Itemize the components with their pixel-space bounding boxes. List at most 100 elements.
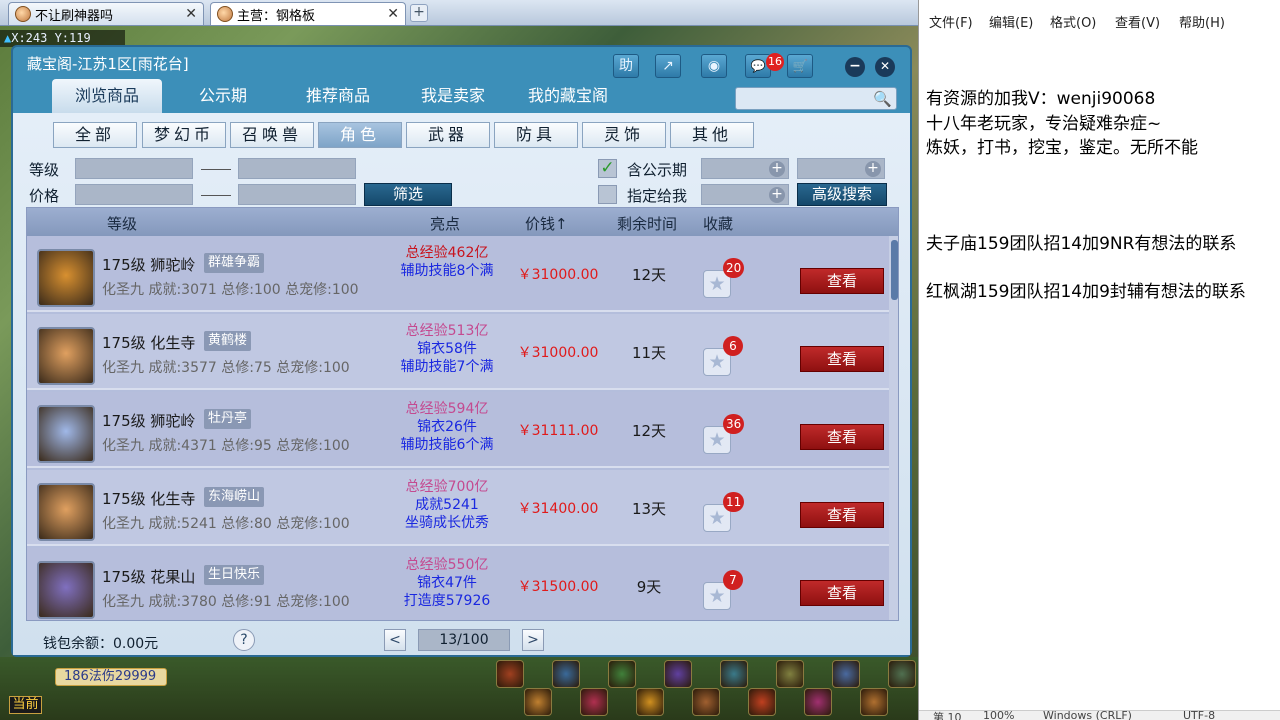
view-button[interactable]: 查看 [800, 346, 884, 372]
item-list: 等级 亮点 价钱↑ 剩余时间 收藏 175级 狮驼岭 群雄争霸 化圣九 成就:307… [26, 207, 899, 621]
favorite-count: 11 [723, 492, 745, 512]
menu-file[interactable]: 文件(F) [929, 12, 973, 31]
table-row[interactable]: 175级 狮驼岭 牡丹亭 化圣九 成就:4371 总修:95 总宠修:100 总经验5… [27, 392, 889, 468]
prev-page-button[interactable]: < [384, 629, 406, 651]
skill-slot-icon[interactable] [692, 688, 720, 716]
notepad-status-bar: 第 10 100% Windows (CRLF) UTF-8 [919, 709, 1280, 720]
record-icon[interactable]: ◉ [701, 54, 727, 78]
category-all[interactable]: 全部 [53, 122, 137, 148]
skill-slot-icon[interactable] [580, 688, 608, 716]
next-page-button[interactable]: > [522, 629, 544, 651]
level-school: 175级 狮驼岭 [102, 412, 196, 430]
level-min-input[interactable] [75, 158, 193, 179]
skill-slot-icon[interactable] [496, 660, 524, 688]
plus-icon[interactable]: + [865, 161, 881, 177]
chat-channel-button[interactable]: 当前 [9, 696, 42, 714]
skill-slot-icon[interactable] [748, 688, 776, 716]
header-level[interactable]: 等级 [107, 213, 137, 234]
table-row[interactable]: 175级 化生寺 黄鹤楼 化圣九 成就:3577 总修:75 总宠修:100 总经验5… [27, 314, 889, 390]
tab-public[interactable]: 公示期 [168, 79, 278, 113]
table-row[interactable]: 175级 化生寺 东海崂山 化圣九 成就:5241 总修:80 总宠修:100 总经验… [27, 470, 889, 546]
character-stats: 化圣九 成就:4371 总修:95 总宠修:100 [102, 438, 350, 454]
include-public-label: 含公示期 [627, 161, 688, 179]
menu-edit[interactable]: 编辑(E) [989, 12, 1033, 31]
header-time-left[interactable]: 剩余时间 [617, 213, 677, 234]
category-role[interactable]: 角色 [318, 122, 402, 148]
close-button[interactable]: ✕ [875, 57, 895, 77]
menu-help[interactable]: 帮助(H) [1179, 12, 1225, 31]
view-button[interactable]: 查看 [800, 502, 884, 528]
category-accessory[interactable]: 灵饰 [582, 122, 666, 148]
filter-button[interactable]: 筛选 [364, 183, 452, 206]
plus-icon[interactable]: + [769, 161, 785, 177]
cart-icon[interactable]: 🛒 [787, 54, 813, 78]
skill-slot-icon[interactable] [636, 688, 664, 716]
menu-format[interactable]: 格式(O) [1050, 12, 1096, 31]
view-button[interactable]: 查看 [800, 580, 884, 606]
table-row[interactable]: 175级 狮驼岭 群雄争霸 化圣九 成就:3071 总修:100 总宠修:100 总经… [27, 236, 889, 312]
character-avatar[interactable] [37, 249, 95, 307]
tab-browse[interactable]: 浏览商品 [52, 79, 162, 113]
character-avatar[interactable] [37, 561, 95, 619]
skill-slot-icon[interactable] [832, 660, 860, 688]
skill-slot-icon[interactable] [524, 688, 552, 716]
share-icon[interactable]: ↗ [655, 54, 681, 78]
category-coins[interactable]: 梦幻币 [142, 122, 226, 148]
browser-tab-bar: 不让刷神器吗 ✕ 主营：钢格板 ✕ + [0, 0, 918, 26]
tab-recommended[interactable]: 推荐商品 [283, 79, 393, 113]
tab-my-cbg[interactable]: 我的藏宝阁 [513, 79, 623, 113]
tab-seller[interactable]: 我是卖家 [398, 79, 508, 113]
browser-tab-1[interactable]: 不让刷神器吗 ✕ [8, 2, 204, 25]
browser-tab-2[interactable]: 主营：钢格板 ✕ [210, 2, 406, 25]
plus-icon[interactable]: + [769, 187, 785, 203]
include-public-checkbox[interactable]: ✓ [598, 159, 617, 178]
skill-slot-icon[interactable] [860, 688, 888, 716]
search-input[interactable] [736, 88, 872, 109]
skill-slot-icon[interactable] [720, 660, 748, 688]
level-max-input[interactable] [238, 158, 356, 179]
price: ￥31500.00 [517, 579, 599, 595]
skill-slot-icon[interactable] [552, 660, 580, 688]
price-min-input[interactable] [75, 184, 193, 205]
character-avatar[interactable] [37, 327, 95, 385]
skill-slot-icon[interactable] [804, 688, 832, 716]
skill-slot-icon[interactable] [664, 660, 692, 688]
status-zoom: 100% [983, 709, 1015, 720]
view-button[interactable]: 查看 [800, 424, 884, 450]
browser-tab-label: 不让刷神器吗 [35, 8, 114, 24]
view-button[interactable]: 查看 [800, 268, 884, 294]
character-stats: 化圣九 成就:3577 总修:75 总宠修:100 [102, 360, 350, 376]
designated-checkbox[interactable] [598, 185, 617, 204]
header-price[interactable]: 价钱↑ [525, 213, 568, 234]
price: ￥31000.00 [517, 345, 599, 361]
help-button[interactable]: 助 [613, 54, 639, 78]
skill-slot-icon[interactable] [608, 660, 636, 688]
price-max-input[interactable] [238, 184, 356, 205]
notepad-line: 红枫湖159团队招14加9封辅有想法的联系 [926, 282, 1246, 302]
character-avatar[interactable] [37, 405, 95, 463]
skill-slot-icon[interactable] [776, 660, 804, 688]
favorite-count: 20 [723, 258, 745, 278]
minimize-button[interactable]: − [845, 57, 865, 77]
search-icon[interactable]: 🔍 [873, 90, 892, 108]
category-weapon[interactable]: 武器 [406, 122, 490, 148]
scrollbar-thumb[interactable] [891, 240, 898, 300]
highlight-line: 总经验594亿 [405, 401, 489, 417]
character-avatar[interactable] [37, 483, 95, 541]
category-other[interactable]: 其他 [670, 122, 754, 148]
table-row[interactable]: 175级 花果山 生日快乐 化圣九 成就:3780 总修:91 总宠修:100 总经验… [27, 548, 889, 620]
character-stats: 化圣九 成就:3071 总修:100 总宠修:100 [102, 282, 359, 298]
close-icon[interactable]: ✕ [185, 6, 197, 22]
category-pets[interactable]: 召唤兽 [230, 122, 314, 148]
skill-slot-icon[interactable] [888, 660, 916, 688]
help-icon[interactable]: ? [233, 629, 255, 651]
notepad-line: 有资源的加我V：wenji90068 [926, 89, 1156, 109]
list-scrollbar[interactable] [889, 236, 898, 620]
advanced-search-button[interactable]: 高级搜索 [797, 183, 887, 206]
category-armor[interactable]: 防具 [494, 122, 578, 148]
menu-view[interactable]: 查看(V) [1115, 12, 1160, 31]
new-tab-button[interactable]: + [410, 4, 428, 22]
time-left: 13天 [631, 500, 667, 518]
close-icon[interactable]: ✕ [387, 6, 399, 22]
time-left: 12天 [631, 422, 667, 440]
